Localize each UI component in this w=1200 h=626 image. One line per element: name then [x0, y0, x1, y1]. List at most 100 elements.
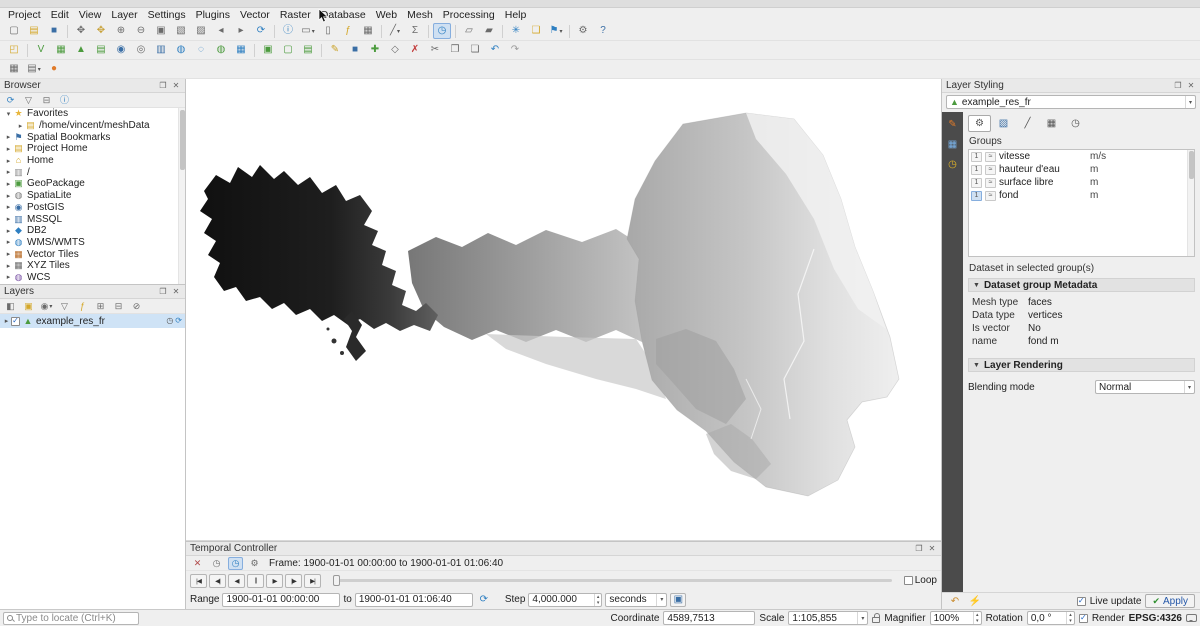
expander-icon[interactable]: ▸: [4, 133, 13, 141]
menu-processing[interactable]: Processing: [438, 8, 500, 22]
export-animation-icon[interactable]: ▣: [670, 593, 686, 607]
map-tips-icon[interactable]: ❑: [527, 23, 545, 39]
crs-button[interactable]: EPSG:4326: [1129, 613, 1182, 624]
expander-icon[interactable]: ▸: [4, 227, 13, 235]
range-start-input[interactable]: 1900-01-01 00:00:00: [222, 593, 340, 607]
zoom-next-icon[interactable]: ▸: [232, 23, 250, 39]
menu-view[interactable]: View: [74, 8, 107, 22]
browser-item[interactable]: ▸▥MSSQL: [0, 213, 185, 225]
3d-view-tab-icon[interactable]: ▦: [944, 136, 961, 152]
statistical-summary-icon[interactable]: Σ: [406, 23, 424, 39]
expander-icon[interactable]: ▸: [4, 203, 13, 211]
copy-features-icon[interactable]: ❐: [446, 42, 464, 58]
browser-float-icon[interactable]: ❐: [158, 81, 168, 91]
redo-icon[interactable]: ↷: [506, 42, 524, 58]
undo-style-icon[interactable]: ↶: [947, 594, 963, 608]
menu-web[interactable]: Web: [371, 8, 402, 22]
vector-toggle-icon[interactable]: ≈: [985, 165, 996, 175]
browser-item[interactable]: ▸◍WCS: [0, 272, 185, 284]
play-backward-button[interactable]: ◀: [228, 574, 245, 588]
animated-mode-icon[interactable]: ◷: [228, 557, 243, 570]
vector-toggle-icon[interactable]: ≈: [985, 178, 996, 188]
add-delimited-text-layer-icon[interactable]: ▤: [92, 42, 110, 58]
filter-browser-icon[interactable]: ▽: [21, 94, 36, 107]
notifications-icon[interactable]: ●: [45, 61, 63, 77]
scale-lock-icon[interactable]: [872, 617, 880, 623]
mesh-frame-tab-icon[interactable]: ▦: [1040, 115, 1063, 132]
expander-icon[interactable]: ▸: [16, 122, 25, 130]
history-tab-icon[interactable]: ◷: [944, 156, 961, 172]
expander-icon[interactable]: ▸: [4, 180, 13, 188]
cut-features-icon[interactable]: ✂: [426, 42, 444, 58]
browser-item[interactable]: ▸◍SpatiaLite: [0, 190, 185, 202]
refresh-map-icon[interactable]: ⟳: [252, 23, 270, 39]
skip-to-start-button[interactable]: |◀: [190, 574, 207, 588]
add-wcs-layer-icon[interactable]: ◌: [192, 42, 210, 58]
collapse-all-icon[interactable]: ⊟: [39, 94, 54, 107]
magnifier-spin-arrows-icon[interactable]: ▴▾: [973, 612, 981, 624]
add-spatialite-layer-icon[interactable]: ◎: [132, 42, 150, 58]
live-update-flash-icon[interactable]: ⚡: [967, 594, 983, 608]
menu-settings[interactable]: Settings: [143, 8, 191, 22]
browser-item[interactable]: ▸▣GeoPackage: [0, 178, 185, 190]
add-wfs-layer-icon[interactable]: ◍: [212, 42, 230, 58]
measure-icon[interactable]: ╱▾: [386, 23, 404, 39]
style-dropdown-icon[interactable]: ▤▾: [25, 61, 43, 77]
temporal-off-icon[interactable]: ✕: [190, 557, 205, 570]
browser-item[interactable]: ▸▥/: [0, 166, 185, 178]
new-virtual-layer-icon[interactable]: ▤: [299, 42, 317, 58]
temporal-float-icon[interactable]: ❐: [914, 544, 924, 554]
time-slider-handle[interactable]: [333, 575, 340, 586]
rotation-spin-arrows-icon[interactable]: ▴▾: [1066, 612, 1074, 624]
new-print-layout-icon[interactable]: ▱: [460, 23, 478, 39]
menu-edit[interactable]: Edit: [46, 8, 74, 22]
expander-icon[interactable]: ▸: [2, 317, 11, 325]
style-manager-icon[interactable]: ✳: [507, 23, 525, 39]
add-raster-layer-icon[interactable]: ▦: [52, 42, 70, 58]
refresh-range-icon[interactable]: ⟳: [476, 593, 492, 607]
dataset-group-row[interactable]: 1≈fondm: [969, 189, 1194, 202]
new-project-icon[interactable]: ▢: [5, 23, 23, 39]
open-attribute-table-icon[interactable]: ▦: [359, 23, 377, 39]
new-bookmark-icon[interactable]: ⚑▾: [547, 23, 565, 39]
browser-item[interactable]: ▾★Favorites: [0, 108, 185, 120]
dataset-group-row[interactable]: 1≈hauteur d'eaum: [969, 163, 1194, 176]
processing-history-icon[interactable]: ▦: [5, 61, 23, 77]
menu-vector[interactable]: Vector: [235, 8, 275, 22]
styling-layer-combo[interactable]: ▲ example_res_fr ▾: [946, 95, 1196, 109]
paste-features-icon[interactable]: ❏: [466, 42, 484, 58]
deselect-features-icon[interactable]: ▯: [319, 23, 337, 39]
browser-item[interactable]: ▸◍WMS/WMTS: [0, 237, 185, 249]
collapse-all-layers-icon[interactable]: ⊟: [111, 300, 126, 313]
loop-checkbox[interactable]: [904, 576, 913, 585]
contours-tab-icon[interactable]: ▧: [992, 115, 1015, 132]
vertex-tool-icon[interactable]: ◇: [386, 42, 404, 58]
rotation-spinbox[interactable]: 0,0 ° ▴▾: [1027, 611, 1075, 625]
skip-to-end-button[interactable]: ▶|: [304, 574, 321, 588]
identify-features-icon[interactable]: ⓘ: [279, 23, 297, 39]
add-wms-layer-icon[interactable]: ◍: [172, 42, 190, 58]
step-spin-arrows-icon[interactable]: ▴▾: [594, 594, 602, 606]
browser-item[interactable]: ▸▦XYZ Tiles: [0, 260, 185, 272]
scalar-toggle-icon[interactable]: 1: [971, 152, 982, 162]
browser-item[interactable]: ▸◆DB2: [0, 225, 185, 237]
metadata-section-header[interactable]: ▼ Dataset group Metadata: [968, 278, 1195, 292]
render-checkbox[interactable]: [1079, 614, 1088, 623]
menu-help[interactable]: Help: [500, 8, 532, 22]
temporal-controller-icon[interactable]: ◷: [433, 23, 451, 39]
map-canvas[interactable]: [186, 79, 941, 541]
general-settings-tab-icon[interactable]: ⚙: [968, 115, 991, 132]
open-project-icon[interactable]: ▤: [25, 23, 43, 39]
data-source-manager-icon[interactable]: ◰: [5, 42, 23, 58]
scale-combo[interactable]: 1:105,855 ▾: [788, 611, 868, 625]
processing-toolbox-icon[interactable]: ⚙: [574, 23, 592, 39]
step-unit-combo[interactable]: seconds ▾: [605, 593, 667, 607]
blending-mode-combo[interactable]: Normal ▾: [1095, 380, 1195, 394]
browser-scrollbar[interactable]: [178, 108, 185, 284]
add-group-icon[interactable]: ▣: [21, 300, 36, 313]
expander-icon[interactable]: ▸: [4, 238, 13, 246]
browser-item[interactable]: ▸◉PostGIS: [0, 202, 185, 214]
delete-selected-icon[interactable]: ✗: [406, 42, 424, 58]
expander-icon[interactable]: ▸: [4, 273, 13, 281]
temporal-settings-icon[interactable]: ⚙: [247, 557, 262, 570]
